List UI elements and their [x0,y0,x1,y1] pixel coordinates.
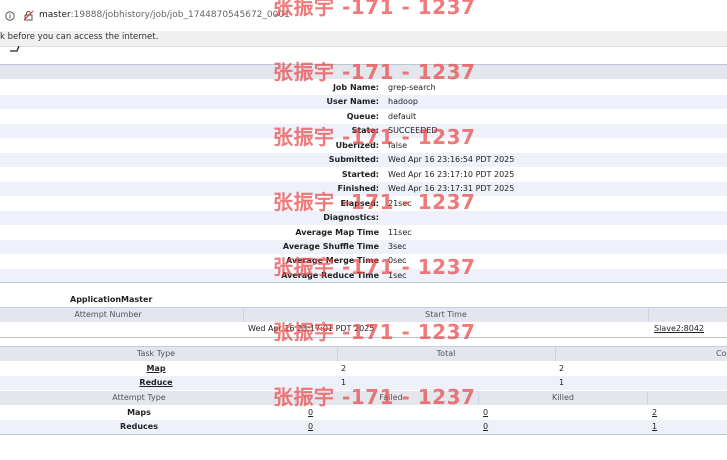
divider [0,434,727,435]
attempt-header-row: Attempt Type Failed Killed [0,391,727,405]
job-field-label: State: [351,126,379,136]
job-field-value: 3sec [388,241,407,251]
url-text[interactable]: master:19888/jobhistory/job/job_17448705… [39,10,290,20]
url-host: master [39,10,71,20]
col-divider [337,347,338,361]
hadoop-logo-fragment [10,46,20,52]
col-failed[interactable]: Failed [379,393,402,402]
attempt-successful-link[interactable]: 1 [652,422,657,431]
task-complete: 2 [559,364,565,373]
job-field-value: 21sec [388,198,412,208]
job-field-label: Elapsed: [340,198,379,208]
attempt-row: Reduces 0 0 1 [0,420,727,434]
col-divider [295,391,296,405]
attempt-killed-link[interactable]: 0 [483,408,488,417]
job-field-value: false [388,140,408,150]
job-field-label: Average Reduce Time [281,270,379,280]
col-divider [648,308,649,322]
col-complete[interactable]: Co [716,349,726,358]
task-header-row: Task Type Total Co [0,346,727,361]
job-field-label: Average Shuffle Time [282,241,379,251]
am-title-row: ApplicationMaster [0,293,727,307]
job-field-value: default [388,111,417,121]
job-field-row: Average Reduce Time 1sec [0,268,727,283]
job-field-row: Average Merge Time 0sec [0,254,727,268]
job-field-row: Average Shuffle Time 3sec [0,239,727,254]
job-field-value: Wed Apr 16 23:17:31 PDT 2025 [388,184,515,194]
job-field-label: Job Name: [332,83,379,92]
col-divider [555,347,556,361]
task-total: 2 [341,364,347,373]
divider [0,337,727,338]
job-field-value: Wed Apr 16 23:16:54 PDT 2025 [388,155,515,165]
job-field-label: User Name: [326,97,379,107]
attempt-failed-link[interactable]: 0 [308,408,313,417]
attempt-type: Maps [127,408,151,417]
col-killed[interactable]: Killed [552,393,574,402]
am-data-row: Wed Apr 16 23:17:01 PDT 2025 Slave2:8042 [0,322,727,336]
job-field-label: Queue: [346,111,379,121]
job-field-label: Started: [341,169,379,179]
job-field-row: User Name: hadoop [0,95,727,110]
job-field-row: Diagnostics: [0,211,727,226]
am-node-link[interactable]: Slave2:8042 [654,324,704,333]
job-field-row: Started: Wed Apr 16 23:17:10 PDT 2025 [0,168,727,182]
col-divider [243,308,244,322]
job-field-label: Diagnostics: [323,213,379,223]
job-field-row: Job Name: grep-search [0,81,727,95]
job-field-label: Average Merge Time [285,256,379,266]
job-field-row: Elapsed: 21sec [0,197,727,211]
job-field-label: Submitted: [328,155,379,165]
col-total[interactable]: Total [437,349,456,358]
attempt-failed-link[interactable]: 0 [308,422,313,431]
job-field-row: Queue: default [0,110,727,124]
col-task-type[interactable]: Task Type [137,349,175,358]
job-field-value: 0sec [388,256,407,266]
job-field-label: Uberized: [335,140,379,150]
task-total: 1 [341,378,347,387]
captive-portal-notice: k before you can access the internet. [0,31,727,47]
task-type-link[interactable]: Map [146,364,165,373]
attempt-type: Reduces [120,422,158,431]
address-bar[interactable]: master:19888/jobhistory/job/job_17448705… [0,0,727,32]
info-icon[interactable] [5,11,15,21]
col-start-time[interactable]: Start Time [425,310,467,319]
task-row: Map 2 2 [0,362,727,376]
col-attempt-number[interactable]: Attempt Number [74,310,141,319]
job-field-value: 1sec [388,270,407,280]
am-start-time: Wed Apr 16 23:17:01 PDT 2025 [248,324,375,333]
am-title: ApplicationMaster [70,295,153,304]
job-field-row: Uberized: false [0,139,727,153]
insecure-lock-icon[interactable] [23,10,34,21]
attempt-successful-link[interactable]: 2 [652,408,657,417]
notice-text: k before you can access the internet. [0,32,159,42]
attempt-row: Maps 0 0 2 [0,406,727,420]
job-field-row: Average Map Time 11sec [0,226,727,240]
col-divider [478,391,479,405]
col-attempt-type[interactable]: Attempt Type [112,393,165,402]
job-overview-header [0,64,727,79]
col-divider [647,391,648,405]
job-field-value: hadoop [388,97,418,107]
job-field-row: Submitted: Wed Apr 16 23:16:54 PDT 2025 [0,153,727,168]
job-field-value: Wed Apr 16 23:17:10 PDT 2025 [388,169,515,179]
job-field-row: State: SUCCEEDED [0,124,727,139]
job-field-value: SUCCEEDED [388,126,438,136]
am-header-row: Attempt Number Start Time [0,307,727,322]
job-field-value: grep-search [388,83,436,92]
task-complete: 1 [559,378,565,387]
job-field-row: Finished: Wed Apr 16 23:17:31 PDT 2025 [0,182,727,197]
job-field-label: Finished: [337,184,379,194]
attempt-killed-link[interactable]: 0 [483,422,488,431]
task-row: Reduce 1 1 [0,376,727,390]
divider [0,282,727,283]
task-type-link[interactable]: Reduce [139,378,172,387]
job-field-value: 11sec [388,227,412,237]
job-field-label: Average Map Time [295,227,379,237]
url-path: :19888/jobhistory/job/job_1744870545672_… [70,10,290,20]
